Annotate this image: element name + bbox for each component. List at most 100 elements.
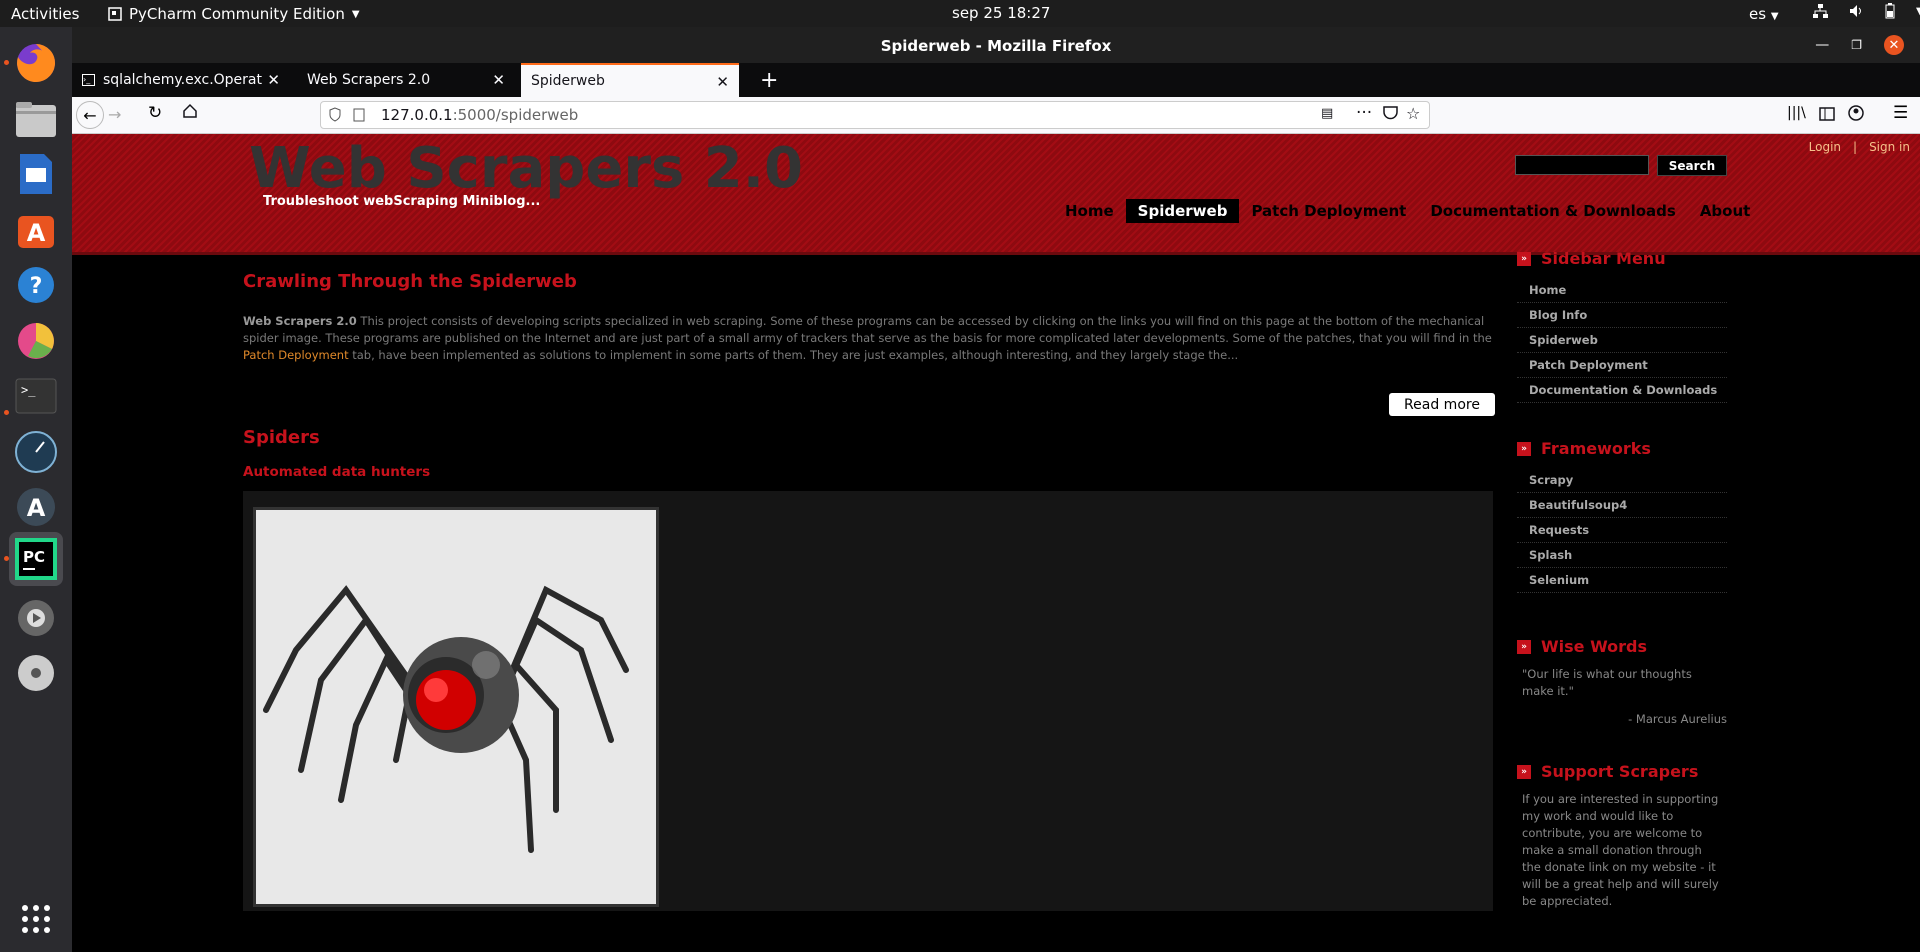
url-host: 127.0.0.1 (381, 106, 453, 124)
spider-image[interactable] (253, 507, 659, 907)
home-button[interactable] (182, 103, 198, 123)
app-installer-icon[interactable]: A (9, 480, 63, 534)
system-tray[interactable]: ▼ (1812, 3, 1920, 19)
framework-scrapy[interactable]: Scrapy (1517, 468, 1727, 493)
framework-splash[interactable]: Splash (1517, 543, 1727, 568)
sidebar-menu-title: Sidebar Menu (1541, 249, 1666, 268)
terminal-icon[interactable]: >_ (9, 369, 63, 423)
chevron-down-icon: ▼ (1770, 11, 1779, 22)
sidebar-item-blog-info[interactable]: Blog Info (1517, 303, 1727, 328)
window-titlebar[interactable]: Spiderweb - Mozilla Firefox — ❐ ✕ (72, 27, 1920, 63)
page-content: Web Scrapers 2.0 Troubleshoot webScrapin… (72, 134, 1920, 952)
double-chevron-icon: » (1517, 251, 1531, 266)
app-menu[interactable]: PyCharm Community Edition ▼ (108, 5, 360, 23)
support-text: If you are interested in supporting my w… (1522, 792, 1719, 908)
volume-icon (1850, 5, 1861, 17)
tab-strip: ›_ sqlalchemy.exc.Operatio ✕ Web Scraper… (72, 63, 1920, 97)
chevron-down-icon: ▼ (351, 8, 360, 20)
dvd-drive-icon[interactable] (9, 646, 63, 700)
login-link[interactable]: Login (1809, 140, 1841, 154)
sidebar-item-spiderweb[interactable]: Spiderweb (1517, 328, 1727, 353)
nav-documentation-downloads[interactable]: Documentation & Downloads (1418, 199, 1687, 223)
reload-button[interactable]: ↻ (148, 103, 162, 123)
forward-button[interactable]: → (108, 105, 121, 124)
tab-web-scrapers[interactable]: Web Scrapers 2.0 ✕ (297, 63, 515, 97)
activities-button[interactable]: Activities (11, 5, 79, 23)
battery-icon (1885, 3, 1895, 19)
account-links: Login | Sign in (1809, 140, 1910, 154)
patch-deployment-link[interactable]: Patch Deployment (243, 348, 349, 362)
nav-patch-deployment[interactable]: Patch Deployment (1239, 199, 1418, 223)
firefox-window: Spiderweb - Mozilla Firefox — ❐ ✕ ›_ sql… (72, 27, 1920, 952)
post-intro-bold: Web Scrapers 2.0 (243, 314, 357, 328)
clock[interactable]: sep 25 18:27 (952, 4, 1050, 22)
navigation-toolbar: ← → ↻ 127.0.0.1:5000/spiderweb ▤ ··· ☆ |… (72, 97, 1920, 134)
post-title[interactable]: Crawling Through the Spiderweb (243, 271, 1493, 292)
search-input[interactable] (1515, 155, 1649, 175)
network-icon (1813, 4, 1828, 18)
frameworks-list: Scrapy Beautifulsoup4 Requests Splash Se… (1517, 468, 1727, 593)
hamburger-menu-icon[interactable]: ☰ (1893, 103, 1908, 123)
new-tab-button[interactable]: + (750, 63, 780, 97)
svg-text:?: ? (30, 274, 43, 299)
home-icon (183, 103, 197, 118)
back-button[interactable]: ← (76, 101, 104, 129)
libreoffice-impress-icon[interactable] (9, 147, 63, 201)
files-icon[interactable] (9, 92, 63, 146)
restore-icon[interactable]: ❐ (1851, 38, 1862, 52)
main-column: Crawling Through the Spiderweb Web Scrap… (243, 271, 1495, 911)
settings-icon[interactable] (9, 591, 63, 645)
close-tab-icon[interactable]: ✕ (492, 71, 505, 89)
plus-icon: + (760, 67, 779, 93)
svg-text:PC: PC (23, 548, 45, 566)
ubuntu-software-icon[interactable]: A (9, 203, 63, 257)
search-button[interactable]: Search (1657, 155, 1727, 176)
pocket-icon[interactable] (1383, 106, 1398, 124)
double-chevron-icon: » (1517, 639, 1531, 654)
wise-words-title: Wise Words (1541, 637, 1648, 656)
disk-usage-icon[interactable] (9, 314, 63, 368)
frameworks-heading: » Frameworks (1517, 439, 1727, 458)
stacer-icon[interactable] (9, 425, 63, 479)
page-actions-icon[interactable]: ··· (1356, 103, 1372, 123)
post-text-1: This project consists of developing scri… (243, 314, 1492, 345)
framework-beautifulsoup4[interactable]: Beautifulsoup4 (1517, 493, 1727, 518)
minimize-icon[interactable]: — (1815, 37, 1829, 53)
tab-spiderweb[interactable]: Spiderweb ✕ (521, 63, 739, 97)
nav-about[interactable]: About (1688, 199, 1763, 223)
read-more-button[interactable]: Read more (1389, 393, 1495, 416)
page-info-icon[interactable] (353, 107, 365, 126)
show-applications-icon[interactable] (9, 892, 63, 946)
url-bar[interactable]: 127.0.0.1:5000/spiderweb ▤ ··· ☆ (320, 101, 1430, 129)
framework-selenium[interactable]: Selenium (1517, 568, 1727, 593)
url-text: 127.0.0.1:5000/spiderweb (381, 106, 578, 124)
framework-requests[interactable]: Requests (1517, 518, 1727, 543)
site-logo[interactable]: Web Scrapers 2.0 (249, 136, 803, 201)
tab-sqlalchemy[interactable]: ›_ sqlalchemy.exc.Operatio ✕ (72, 63, 290, 97)
help-icon[interactable]: ? (9, 258, 63, 312)
post-text-2: tab, have been implemented as solutions … (348, 348, 1239, 362)
close-tab-icon[interactable]: ✕ (716, 73, 729, 91)
sidebar-item-home[interactable]: Home (1517, 278, 1727, 303)
window-title: Spiderweb - Mozilla Firefox (880, 37, 1112, 55)
shield-icon (329, 107, 341, 126)
close-window-icon[interactable]: ✕ (1884, 35, 1904, 55)
svg-text:>_: >_ (21, 383, 36, 397)
pycharm-icon[interactable]: PC (9, 532, 63, 586)
close-tab-icon[interactable]: ✕ (267, 71, 280, 89)
keyboard-layout[interactable]: es ▼ (1749, 5, 1779, 23)
signin-link[interactable]: Sign in (1869, 140, 1910, 154)
tab-label: sqlalchemy.exc.Operatio (103, 72, 263, 88)
terminal-favicon-icon: ›_ (82, 74, 95, 86)
sidebar-toggle-icon[interactable] (1819, 106, 1835, 125)
library-icon[interactable]: |||\ (1787, 105, 1806, 121)
sidebar-item-patch-deployment[interactable]: Patch Deployment (1517, 353, 1727, 378)
firefox-icon[interactable] (9, 36, 63, 90)
nav-home[interactable]: Home (1053, 199, 1126, 223)
nav-spiderweb[interactable]: Spiderweb (1125, 199, 1240, 223)
reader-view-icon[interactable]: ▤ (1321, 106, 1333, 121)
account-icon[interactable] (1848, 105, 1864, 125)
bookmark-star-icon[interactable]: ☆ (1406, 104, 1420, 123)
main-nav: Home Spiderweb Patch Deployment Document… (1053, 199, 1762, 223)
sidebar-item-documentation-downloads[interactable]: Documentation & Downloads (1517, 378, 1727, 403)
